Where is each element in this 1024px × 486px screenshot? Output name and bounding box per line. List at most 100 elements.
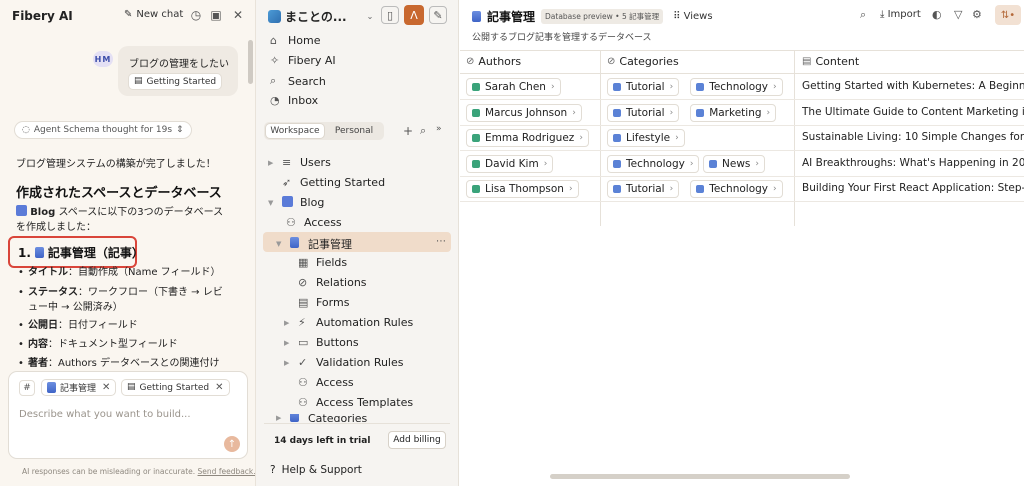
home-icon: ⌂ (270, 34, 277, 47)
tree-item-buttons[interactable]: ▶ ▭ Buttons (284, 336, 359, 349)
category-label: Marketing (709, 106, 762, 119)
author-chip[interactable]: Sarah Chen › (466, 78, 561, 96)
nav-fibery-ai[interactable]: ✧ Fibery AI (270, 54, 336, 67)
nav-inbox[interactable]: ◔ Inbox (270, 94, 318, 107)
tree-label: 記事管理 (308, 238, 352, 251)
history-icon[interactable]: ◷ (189, 8, 203, 22)
add-billing-button[interactable]: Add billing (388, 431, 446, 449)
tree-item-blog[interactable]: ▼ Blog (268, 196, 324, 209)
help-icon: ? (270, 463, 276, 476)
tree-item-access[interactable]: ⚇ Access (286, 216, 342, 229)
content-cell[interactable]: Sustainable Living: 10 Simple Changes fo… (802, 131, 1024, 143)
author-chip[interactable]: Marcus Johnson › (466, 103, 582, 122)
compose-icon[interactable]: ✎ (429, 6, 447, 24)
remove-icon[interactable]: ✕ (215, 382, 223, 393)
nav-label: Search (288, 74, 326, 88)
category-chip[interactable]: Tutorial › (607, 103, 680, 122)
views-button[interactable]: ⠿ Views (673, 11, 712, 22)
table-row[interactable]: David Kim › Technology › News › AI Breakthroug… (460, 152, 1024, 177)
category-chip[interactable]: News › (703, 154, 765, 173)
bullet-text: ：ワークフロー（下書き → レビ (78, 287, 223, 298)
import-button[interactable]: ⤓ Import (880, 9, 921, 20)
composer-input[interactable]: Describe what you want to build... (19, 409, 191, 420)
toggle-icon[interactable]: ◐ (932, 8, 942, 21)
bullet-item: • 著者：Authors データベースとの関連付け (18, 358, 220, 369)
author-chip[interactable]: Emma Rodriguez › (466, 129, 589, 147)
context-chip[interactable]: ▤ Getting Started (128, 73, 223, 90)
users-icon: ⚇ (298, 376, 308, 389)
filter-icon[interactable]: ▽ (954, 8, 962, 21)
tree-item-access-templates[interactable]: ⚇ Access Templates (298, 396, 413, 409)
content-cell[interactable]: AI Breakthroughs: What's Happening in 20… (802, 157, 1024, 169)
author-chip[interactable]: David Kim › (466, 154, 554, 173)
nav-search[interactable]: ⌕ Search (270, 74, 326, 88)
tab-workspace[interactable]: Workspace (266, 124, 324, 138)
tree-item-validation-rules[interactable]: ▶ ✓ Validation Rules (284, 356, 404, 369)
tree-item-kiji-kanri[interactable]: ▼ 記事管理 (276, 236, 352, 252)
views-label: Views (683, 11, 713, 22)
category-chip[interactable]: Tutorial › (607, 78, 680, 96)
author-chip[interactable]: Lisa Thompson › (466, 180, 579, 198)
column-header-content[interactable]: ▤ Content (802, 55, 859, 68)
send-icon[interactable]: ↑ (224, 436, 240, 452)
tree-item-users[interactable]: ▶ ≡ Users (268, 156, 331, 169)
tree-label: Users (300, 156, 331, 169)
category-label: Technology (709, 183, 769, 195)
panel-toggle-icon[interactable]: ▯ (381, 6, 399, 24)
search-icon[interactable]: ⌕ (860, 8, 866, 22)
tree-item-forms[interactable]: ▤ Forms (298, 296, 349, 309)
close-icon[interactable]: ✕ (231, 8, 245, 22)
search-icon[interactable]: ⌕ (420, 125, 426, 136)
database-title: 記事管理 (487, 10, 536, 24)
settings-icon[interactable]: ⚙ (972, 8, 982, 21)
composer-chip-db[interactable]: 記事管理 ✕ (41, 379, 117, 396)
new-chat-button[interactable]: ✎ New chat (124, 9, 183, 20)
tree-item-automation-rules[interactable]: ▶ ⚡ Automation Rules (284, 316, 413, 329)
sort-icon[interactable]: ⇅• (995, 5, 1021, 25)
category-chip[interactable]: Marketing › (690, 103, 777, 122)
tree-item-relations[interactable]: ⊘ Relations (298, 276, 367, 289)
disclaimer-text: AI responses can be misleading or inaccu… (22, 467, 196, 476)
nav-home[interactable]: ⌂ Home (270, 34, 320, 47)
ai-icon[interactable]: Λ (404, 5, 424, 25)
hash-icon[interactable]: # (19, 380, 35, 396)
column-header-authors[interactable]: ⊘ Authors (466, 55, 521, 68)
chat-scrollbar[interactable] (248, 40, 253, 84)
tree-item-categories[interactable]: ▶ Categories (276, 414, 367, 422)
thought-toggle[interactable]: ◌ Agent Schema thought for 19s ⇕ (14, 121, 192, 139)
tree-item-fields[interactable]: ▦ Fields (298, 256, 347, 269)
dock-icon[interactable]: ▣ (209, 8, 223, 22)
tab-personal[interactable]: Personal (326, 124, 382, 138)
feedback-link[interactable]: Send feedback. (198, 467, 255, 476)
table-row[interactable]: Marcus Johnson › Tutorial › Marketing › The Ul… (460, 101, 1024, 126)
remove-icon[interactable]: ✕ (102, 382, 110, 393)
workspace-switcher[interactable]: まことの... ⌄ (268, 8, 373, 25)
table-row[interactable]: Lisa Thompson › Tutorial › Technology › Buildi… (460, 177, 1024, 202)
collapse-icon[interactable]: » (436, 125, 442, 134)
composer-chip-doc[interactable]: ▤ Getting Started ✕ (121, 379, 230, 396)
add-icon[interactable]: + (403, 125, 413, 137)
category-chip[interactable]: Technology › (607, 154, 700, 173)
table-row[interactable]: Emma Rodriguez › Lifestyle › Sustainable Liv… (460, 126, 1024, 151)
category-dot-icon (613, 108, 621, 117)
more-icon[interactable]: ⋯ (436, 237, 446, 247)
help-support[interactable]: ? Help & Support (270, 464, 362, 476)
content-cell[interactable]: Getting Started with Kubernetes: A Begin… (802, 80, 1024, 92)
content-cell[interactable]: The Ultimate Guide to Content Marketing … (802, 106, 1024, 118)
tree-label: Automation Rules (316, 316, 414, 329)
view-header: 記事管理 Database preview • 5 記事管理 ⠿ Views (472, 8, 713, 25)
horizontal-scrollbar[interactable] (550, 474, 850, 479)
tree-item-getting-started[interactable]: ➶ Getting Started (268, 176, 385, 189)
column-header-categories[interactable]: ⊘ Categories (607, 55, 679, 68)
category-chip[interactable]: Technology › (690, 78, 783, 96)
space-text-2: を作成しました： (16, 222, 96, 233)
table-row[interactable]: Sarah Chen › Tutorial › Technology › Getting S… (460, 75, 1024, 100)
category-chip[interactable]: Tutorial › (607, 180, 680, 198)
category-chip[interactable]: Technology › (690, 180, 783, 198)
trial-banner: 14 days left in trial Add billing (264, 423, 450, 457)
bullet-text: ：ドキュメント型フィールド (48, 339, 178, 350)
caret-down-icon: ▼ (268, 198, 274, 207)
tree-item-access-db[interactable]: ⚇ Access (298, 376, 354, 389)
category-chip[interactable]: Lifestyle › (607, 129, 685, 147)
content-cell[interactable]: Building Your First React Application: S… (802, 182, 1024, 194)
